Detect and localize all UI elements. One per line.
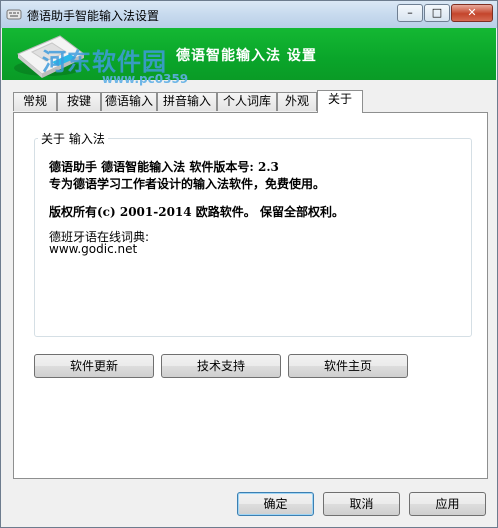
close-icon: ✕ [467,6,477,19]
window-title: 德语助手智能输入法设置 [27,9,160,23]
tech-support-button[interactable]: 技术支持 [161,354,281,378]
homepage-button[interactable]: 软件主页 [288,354,408,378]
tab-label: 关于 [327,92,352,106]
minimize-button[interactable]: – [397,4,423,22]
title-bar[interactable]: 德语助手智能输入法设置 – □ ✕ [1,1,497,28]
tab-appearance[interactable]: 外观 [277,92,317,111]
about-panel: 关于 输入法 德语助手 德语智能输入法 软件版本号: 2.3 专为德语学习工作者… [13,112,488,479]
dictionary-link[interactable]: www.godic.net [49,242,137,256]
cancel-button[interactable]: 取消 [323,492,400,516]
description-line: 专为德语学习工作者设计的输入法软件，免费使用。 [49,177,326,191]
watermark-url: www.pc0359 [102,72,189,86]
close-button[interactable]: ✕ [451,4,493,22]
tab-label: 常规 [22,94,47,108]
minimize-icon: – [407,6,413,19]
header-title: 德语智能输入法 设置 [176,48,317,64]
tab-about[interactable]: 关于 [317,90,363,113]
group-label: 关于 输入法 [38,130,108,147]
maximize-icon: □ [431,6,443,19]
tab-general[interactable]: 常规 [13,92,57,111]
maximize-button[interactable]: □ [424,4,450,22]
ok-button[interactable]: 确定 [237,492,314,516]
tab-label: 外观 [284,94,309,108]
app-icon [6,9,22,20]
apply-button[interactable]: 应用 [409,492,486,516]
header-banner: 河东软件园 www.pc0359 德语智能输入法 设置 [2,28,496,86]
tab-label: 个人词库 [222,94,271,108]
software-update-button[interactable]: 软件更新 [34,354,154,378]
tab-label: 拼音输入 [162,94,211,108]
tab-german-input[interactable]: 德语输入 [101,92,157,111]
version-line: 德语助手 德语智能输入法 软件版本号: 2.3 [49,160,279,174]
copyright-line: 版权所有(c) 2001-2014 欧路软件。 保留全部权利。 [49,205,344,219]
tab-pinyin-input[interactable]: 拼音输入 [157,92,217,111]
tab-keys[interactable]: 按键 [57,92,101,111]
settings-window: 德语助手智能输入法设置 – □ ✕ 河东软件园 www.pc0359 德语智能输… [0,0,498,528]
tab-label: 德语输入 [104,94,153,108]
tab-personal-dictionary[interactable]: 个人词库 [217,92,277,111]
tab-label: 按键 [66,94,91,108]
